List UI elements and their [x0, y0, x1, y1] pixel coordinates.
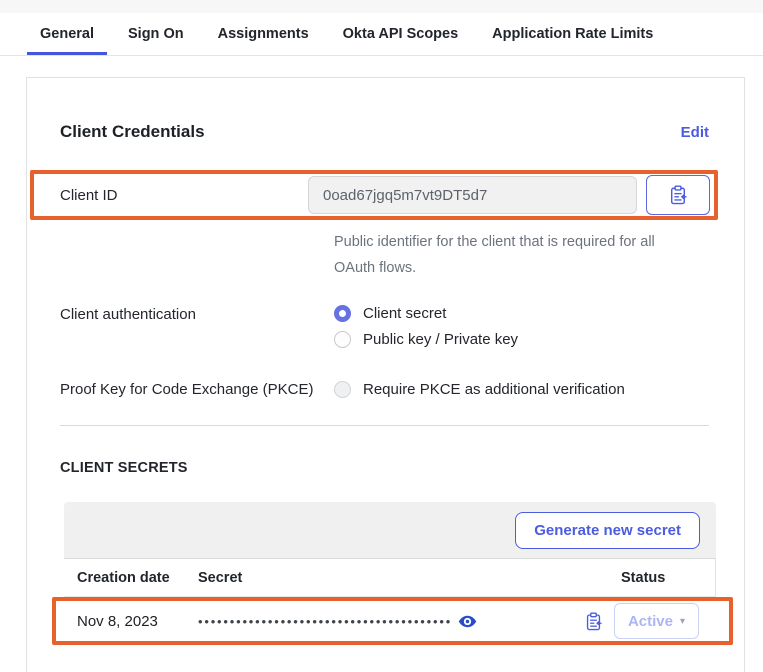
status-dropdown-button[interactable]: Active ▾: [614, 603, 699, 639]
secret-creation-date: Nov 8, 2023: [77, 613, 198, 630]
copy-client-id-button[interactable]: [646, 175, 710, 215]
secret-cell: ••••••••••••••••••••••••••••••••••••••••: [198, 612, 551, 631]
status-badge: Active: [628, 613, 673, 630]
radio-public-private-key-label: Public key / Private key: [363, 331, 518, 348]
column-header-status: Status: [621, 570, 715, 586]
radio-public-private-key[interactable]: Public key / Private key: [334, 331, 518, 348]
client-secrets-table: Generate new secret Creation date Secret…: [64, 502, 716, 645]
client-id-label: Client ID: [60, 187, 308, 204]
eye-icon: [458, 612, 477, 631]
client-credentials-header: Client Credentials Edit: [60, 122, 709, 142]
client-authentication-options: Client secret Public key / Private key: [334, 305, 518, 348]
client-id-input[interactable]: [308, 176, 637, 214]
client-id-help-text: Public identifier for the client that is…: [334, 229, 666, 281]
radio-selected-icon[interactable]: [334, 305, 351, 322]
page-top-strip: [0, 0, 763, 13]
tab-okta-api-scopes[interactable]: Okta API Scopes: [330, 13, 472, 55]
tab-sign-on[interactable]: Sign On: [115, 13, 197, 55]
tab-assignments[interactable]: Assignments: [205, 13, 322, 55]
edit-link[interactable]: Edit: [681, 124, 709, 141]
pkce-checkbox-option[interactable]: Require PKCE as additional verification: [334, 380, 625, 398]
column-header-secret: Secret: [198, 570, 621, 586]
copy-secret-button[interactable]: [585, 612, 602, 631]
tab-application-rate-limits[interactable]: Application Rate Limits: [479, 13, 666, 55]
radio-unselected-icon[interactable]: [334, 331, 351, 348]
secret-row-highlight-box: Nov 8, 2023 ••••••••••••••••••••••••••••…: [52, 597, 733, 645]
generate-new-secret-button[interactable]: Generate new secret: [515, 512, 700, 549]
pkce-label: Proof Key for Code Exchange (PKCE): [60, 380, 334, 398]
pkce-option-label: Require PKCE as additional verification: [363, 381, 625, 398]
client-secrets-title: CLIENT SECRETS: [60, 460, 709, 476]
section-divider: [60, 425, 709, 426]
section-title: Client Credentials: [60, 122, 205, 142]
table-toolbar: Generate new secret: [64, 502, 716, 559]
clipboard-copy-icon: [669, 185, 687, 205]
general-settings-card: Client Credentials Edit Client ID Public…: [26, 77, 745, 672]
tab-general[interactable]: General: [27, 13, 107, 55]
client-id-highlight-box: Client ID: [30, 170, 718, 220]
pkce-row: Proof Key for Code Exchange (PKCE) Requi…: [60, 380, 709, 398]
radio-client-secret-label: Client secret: [363, 305, 446, 322]
chevron-down-icon: ▾: [680, 616, 685, 627]
client-authentication-row: Client authentication Client secret Publ…: [60, 305, 709, 348]
checkbox-unchecked-icon[interactable]: [334, 381, 351, 398]
radio-client-secret[interactable]: Client secret: [334, 305, 518, 322]
table-header-row: Creation date Secret Status: [64, 559, 716, 597]
reveal-secret-button[interactable]: [458, 612, 477, 631]
app-tab-bar: General Sign On Assignments Okta API Sco…: [0, 13, 763, 56]
column-header-creation-date: Creation date: [77, 570, 198, 586]
masked-secret-value: ••••••••••••••••••••••••••••••••••••••••: [198, 614, 452, 629]
clipboard-copy-icon: [585, 612, 602, 631]
client-authentication-label: Client authentication: [60, 305, 334, 348]
